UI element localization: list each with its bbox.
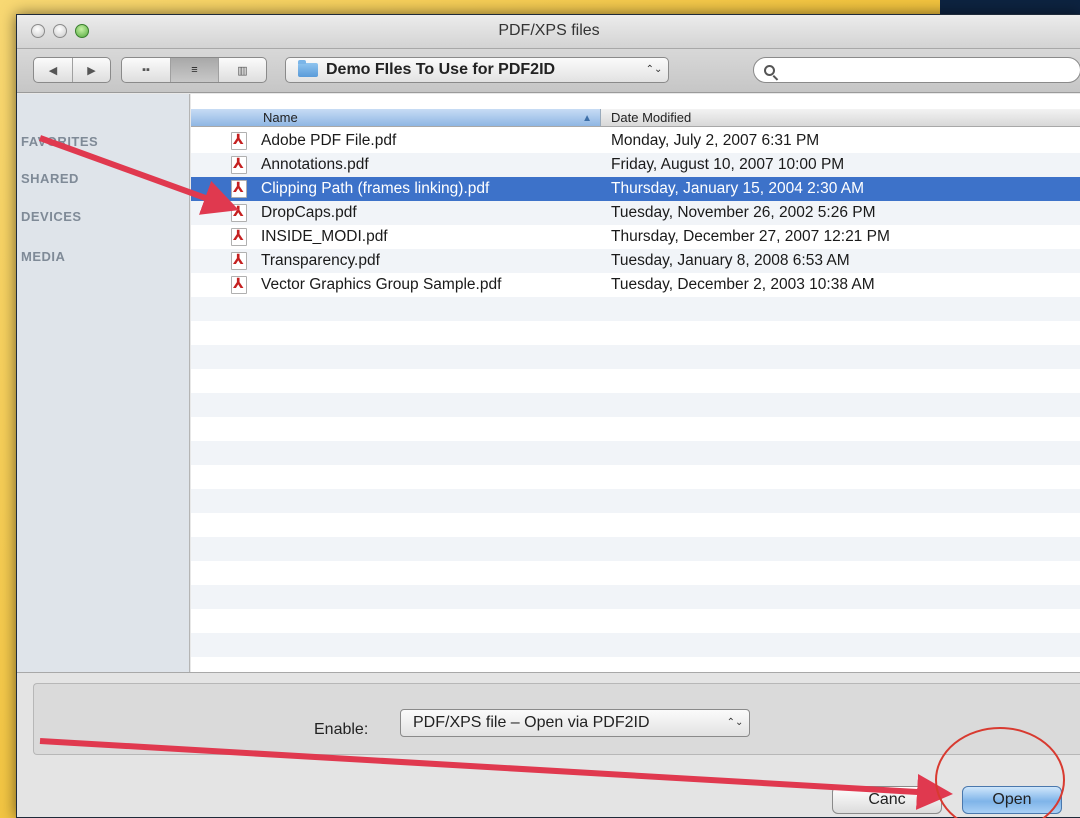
file-date-modified: Tuesday, December 2, 2003 10:38 AM [611,276,875,293]
view-mode-control: ▪▪ ≡ ▥ [121,57,267,83]
empty-row [191,345,1080,369]
back-forward-control: ◀ ▶ [33,57,111,83]
sidebar-section-favorites[interactable]: FAVORITES [21,134,98,149]
list-header: Name ▲ Date Modified [191,109,1080,127]
location-popup[interactable]: Demo FIles To Use for PDF2ID ⌃⌄ [285,57,669,83]
open-button[interactable]: Open [962,786,1062,814]
file-name: Vector Graphics Group Sample.pdf [261,276,502,293]
toolbar: ◀ ▶ ▪▪ ≡ ▥ Demo FIles To Use for PDF2ID … [17,49,1080,93]
search-input[interactable] [783,62,1080,78]
sidebar-section-devices[interactable]: DEVICES [21,209,82,224]
icon-view-icon[interactable]: ▪▪ [122,58,170,82]
pdf-file-icon [231,203,247,222]
empty-row [191,537,1080,561]
file-row[interactable]: Adobe PDF File.pdf Monday, July 2, 2007 6… [191,129,1080,153]
column-view-icon[interactable]: ▥ [218,58,266,82]
pdf-file-icon [231,227,247,246]
sidebar-section-shared[interactable]: SHARED [21,171,79,186]
search-icon [764,64,775,76]
window-title: PDF/XPS files [498,22,600,39]
popup-arrows-icon: ⌃⌄ [726,717,744,728]
column-name-label: Name [263,110,298,125]
empty-row [191,609,1080,633]
pdf-file-icon [231,275,247,294]
file-row[interactable]: DropCaps.pdf Tuesday, November 26, 2002 5… [191,201,1080,225]
empty-row [191,321,1080,345]
pdf-file-icon [231,155,247,174]
empty-row [191,369,1080,393]
folder-icon [298,60,318,77]
empty-row [191,297,1080,321]
enable-format-value: PDF/XPS file – Open via PDF2ID [413,714,650,731]
enable-format-popup[interactable]: PDF/XPS file – Open via PDF2ID ⌃⌄ [400,709,750,737]
empty-row [191,489,1080,513]
sidebar-section-media[interactable]: MEDIA [21,249,65,264]
empty-row [191,441,1080,465]
column-header-date[interactable]: Date Modified [611,109,691,126]
location-label: Demo FIles To Use for PDF2ID [326,61,556,78]
enable-options-box: Enable: PDF/XPS file – Open via PDF2ID ⌃… [33,683,1080,755]
file-date-modified: Thursday, December 27, 2007 12:21 PM [611,228,890,245]
file-date-modified: Monday, July 2, 2007 6:31 PM [611,132,820,149]
empty-row [191,585,1080,609]
pdf-file-icon [231,131,247,150]
search-field[interactable] [753,57,1080,83]
title-bar: PDF/XPS files [17,15,1080,49]
file-list: Name ▲ Date Modified Adobe PDF File.pdf M… [191,94,1080,672]
file-name: Transparency.pdf [261,252,380,269]
forward-arrow-icon[interactable]: ▶ [72,58,110,82]
sidebar: FAVORITES SHARED DEVICES MEDIA [17,94,190,672]
file-name: Adobe PDF File.pdf [261,132,397,149]
file-row[interactable]: Transparency.pdf Tuesday, January 8, 2008… [191,249,1080,273]
file-date-modified: Thursday, January 15, 2004 2:30 AM [611,180,865,197]
file-row[interactable]: INSIDE_MODI.pdf Thursday, December 27, 20… [191,225,1080,249]
file-row[interactable]: Vector Graphics Group Sample.pdf Tuesday,… [191,273,1080,297]
sort-ascending-icon: ▲ [582,113,592,124]
file-row[interactable]: Clipping Path (frames linking).pdf Thursd… [191,177,1080,201]
file-rows: Adobe PDF File.pdf Monday, July 2, 2007 6… [191,129,1080,672]
enable-label: Enable: [314,721,369,738]
empty-row [191,417,1080,441]
bottom-panel: Enable: PDF/XPS file – Open via PDF2ID ⌃… [17,672,1080,817]
empty-row [191,465,1080,489]
empty-row [191,513,1080,537]
file-name: DropCaps.pdf [261,204,357,221]
back-arrow-icon[interactable]: ◀ [34,58,72,82]
empty-row [191,561,1080,585]
empty-row [191,633,1080,657]
file-name: Clipping Path (frames linking).pdf [261,180,490,197]
cancel-button[interactable]: Canc [832,786,942,814]
pdf-file-icon [231,179,247,198]
open-file-dialog: PDF/XPS files ◀ ▶ ▪▪ ≡ ▥ Demo FIles To U… [16,14,1080,818]
empty-row [191,393,1080,417]
column-header-name[interactable]: Name ▲ [191,109,601,126]
popup-arrows-icon: ⌃⌄ [645,64,663,75]
file-date-modified: Tuesday, January 8, 2008 6:53 AM [611,252,850,269]
list-view-icon[interactable]: ≡ [170,58,218,82]
file-name: INSIDE_MODI.pdf [261,228,388,245]
file-date-modified: Tuesday, November 26, 2002 5:26 PM [611,204,876,221]
empty-row [191,657,1080,672]
file-date-modified: Friday, August 10, 2007 10:00 PM [611,156,845,173]
pdf-file-icon [231,251,247,270]
file-row[interactable]: Annotations.pdf Friday, August 10, 2007 1… [191,153,1080,177]
file-name: Annotations.pdf [261,156,369,173]
